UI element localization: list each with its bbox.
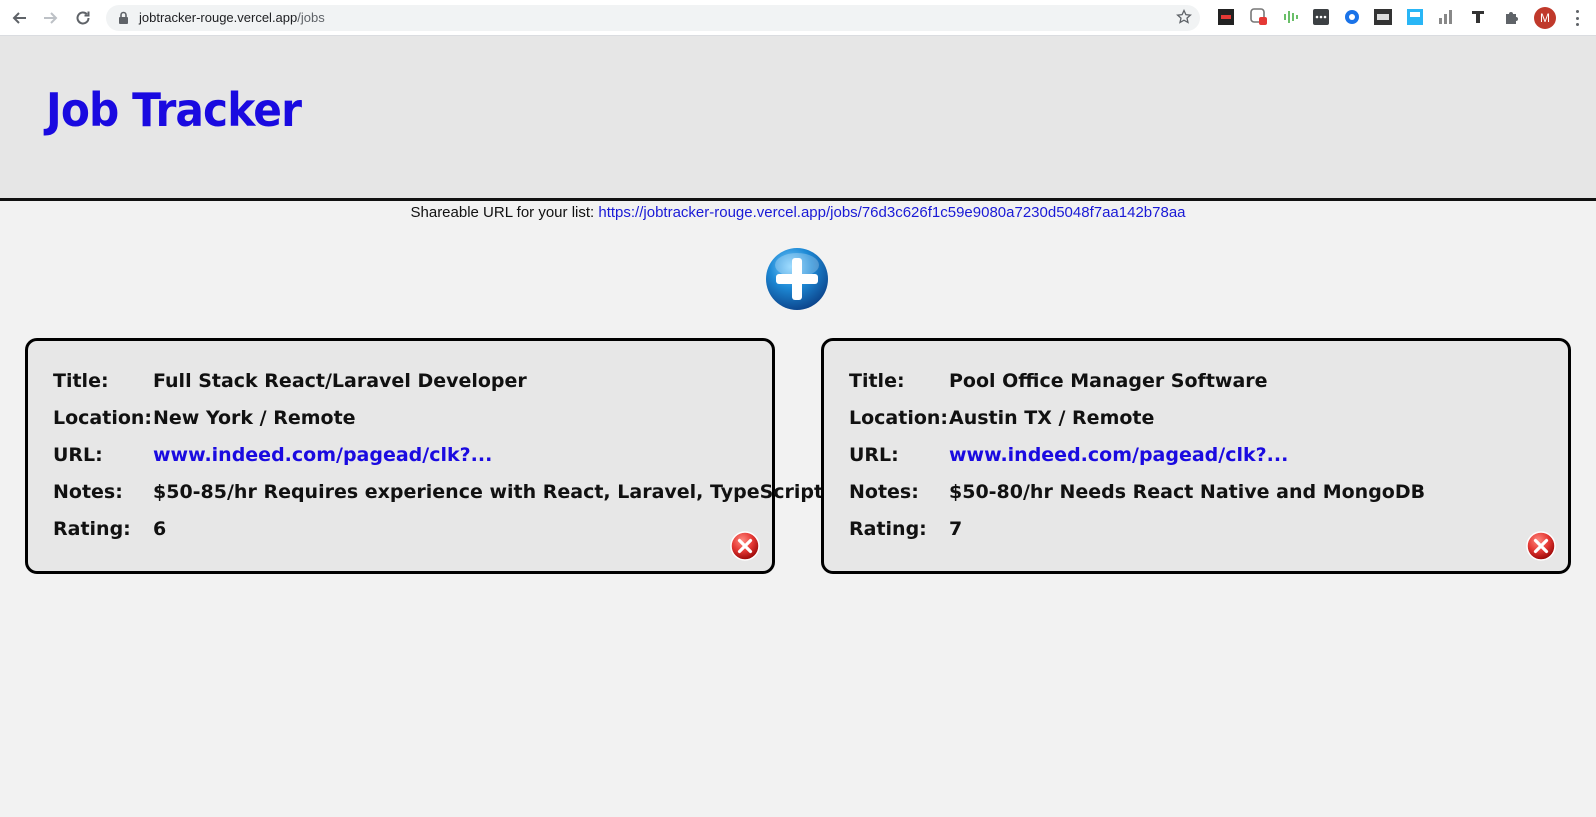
title-label: Title: (849, 370, 905, 392)
url-path: /jobs (297, 10, 325, 25)
job-url-link[interactable]: www.indeed.com/pagead/clk?... (153, 444, 492, 466)
forward-icon[interactable] (38, 6, 62, 30)
app-header: Job Tracker (0, 36, 1596, 201)
job-notes: $50-85/hr Requires experience with React… (153, 481, 824, 503)
job-location: Austin TX / Remote (949, 407, 1155, 429)
audio-extension-icon[interactable] (1281, 8, 1299, 26)
url-label: URL: (53, 444, 103, 466)
job-notes: $50-80/hr Needs React Native and MongoDB (949, 481, 1426, 503)
plus-icon (766, 248, 828, 310)
lock-icon (118, 11, 129, 30)
profile-avatar[interactable]: M (1534, 7, 1556, 29)
share-label: Shareable URL for your list: (410, 204, 595, 221)
job-title: Pool Office Manager Software (949, 370, 1268, 392)
reload-icon[interactable] (71, 6, 95, 30)
address-bar[interactable]: jobtracker-rouge.vercel.app/jobs (106, 5, 1200, 31)
page-title: Job Tracker (46, 83, 302, 137)
job-location: New York / Remote (153, 407, 356, 429)
job-rating: 7 (949, 518, 963, 540)
url-host: jobtracker-rouge.vercel.app (139, 10, 298, 25)
more-extension-icon[interactable] (1312, 8, 1330, 26)
close-icon (730, 531, 760, 561)
editor-extension-icon[interactable] (1374, 8, 1392, 26)
job-card: Title: Pool Office Manager Software Loca… (821, 338, 1571, 574)
job-card: Title: Full Stack React/Laravel Develope… (25, 338, 823, 574)
network-extension-icon[interactable] (1343, 8, 1361, 26)
back-icon[interactable] (8, 6, 32, 30)
notes-label: Notes: (849, 481, 919, 503)
add-job-button[interactable] (765, 247, 829, 311)
location-label: Location: (53, 407, 153, 429)
stats-extension-icon[interactable] (1437, 8, 1455, 26)
delete-job-button[interactable] (730, 531, 760, 561)
shareable-url-line: Shareable URL for your list: https://job… (0, 204, 1596, 221)
puzzle-extensions-icon[interactable] (1502, 8, 1520, 26)
title-label: Title: (53, 370, 109, 392)
extension-icon[interactable] (1217, 8, 1235, 26)
browser-toolbar: jobtracker-rouge.vercel.app/jobs M (0, 0, 1596, 36)
location-label: Location: (849, 407, 949, 429)
job-rating: 6 (153, 518, 167, 540)
delete-job-button[interactable] (1526, 531, 1556, 561)
url-label: URL: (849, 444, 899, 466)
share-link[interactable]: https://jobtracker-rouge.vercel.app/jobs… (598, 204, 1185, 221)
bookmark-star-icon[interactable] (1176, 8, 1192, 30)
browser-menu-icon[interactable] (1568, 8, 1586, 28)
image-extension-icon[interactable] (1406, 8, 1424, 26)
notes-label: Notes: (53, 481, 123, 503)
rating-label: Rating: (53, 518, 131, 540)
job-title: Full Stack React/Laravel Developer (153, 370, 527, 392)
url-text: jobtracker-rouge.vercel.app/jobs (139, 10, 325, 25)
close-icon (1526, 531, 1556, 561)
rating-label: Rating: (849, 518, 927, 540)
job-url-link[interactable]: www.indeed.com/pagead/clk?... (949, 444, 1288, 466)
extension-alert-icon[interactable] (1250, 8, 1268, 26)
text-extension-icon[interactable] (1469, 8, 1487, 26)
